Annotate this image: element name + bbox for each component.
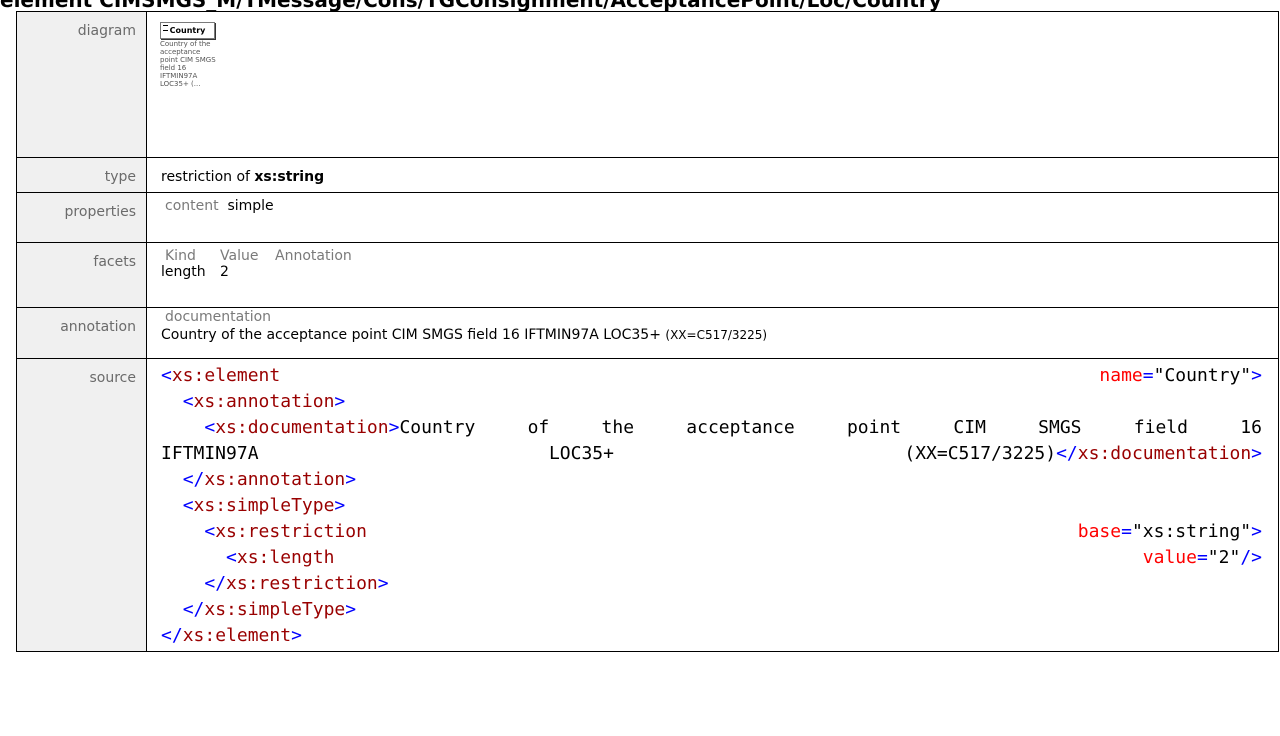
facet-header-annotation: Annotation: [275, 248, 352, 264]
annotation-documentation: Country of the acceptance point CIM SMGS…: [147, 325, 1278, 343]
facet-value: 2: [220, 264, 229, 280]
diagram-area: Country Country of the acceptance point …: [147, 12, 1278, 157]
annotation-label: annotation: [16, 307, 147, 359]
source-row: source <xs:element name="Country"> <xs:an…: [16, 358, 1279, 652]
diagram-label: diagram: [16, 11, 147, 158]
annotation-text: Country of the acceptance point CIM SMGS…: [161, 327, 661, 343]
diagram-element-box[interactable]: Country: [160, 22, 215, 39]
element-doc-table: diagram Country Country of the acceptanc…: [16, 11, 1279, 652]
diagram-row: diagram Country Country of the acceptanc…: [16, 11, 1279, 158]
property-key: content: [165, 198, 219, 214]
type-base[interactable]: xs:string: [254, 169, 324, 185]
annotation-row: annotation documentation Country of the …: [16, 307, 1279, 359]
facets-row: facets Kind Value Annotation length 2: [16, 242, 1279, 308]
properties-label: properties: [16, 192, 147, 243]
element-marker-icon: [163, 25, 168, 31]
type-prefix: restriction of: [161, 169, 250, 185]
properties-row: properties content simple: [16, 192, 1279, 243]
diagram-element-name: Country: [169, 26, 206, 35]
facet-header-kind: Kind: [165, 248, 196, 264]
facet-header-value: Value: [220, 248, 259, 264]
diagram-doc-text: Country of the acceptance point CIM SMGS…: [160, 40, 216, 88]
code-element-tag: xs:element: [171, 365, 281, 386]
annotation-tail: (XX=C517/3225): [665, 328, 768, 342]
facets-grid: Kind Value Annotation length 2: [147, 243, 1278, 280]
facets-label: facets: [16, 242, 147, 308]
type-row: type restriction of xs:string: [16, 157, 1279, 193]
facet-kind: length: [161, 264, 206, 280]
source-code: <xs:element name="Country"> <xs:annotatio…: [161, 365, 1262, 646]
properties-grid: content simple: [147, 193, 1278, 214]
source-label: source: [16, 358, 147, 652]
property-value: simple: [227, 198, 274, 214]
annotation-header: documentation: [165, 309, 272, 325]
type-label: type: [16, 157, 147, 193]
